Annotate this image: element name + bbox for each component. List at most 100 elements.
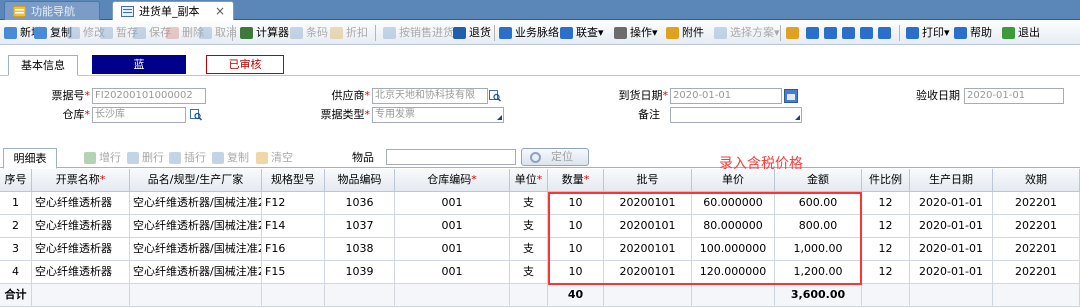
toolbar-button-帮助[interactable]: 帮助 bbox=[954, 24, 992, 42]
toolbar-button-附件[interactable]: 附件 bbox=[666, 24, 704, 42]
toolbar-button-window[interactable] bbox=[878, 24, 894, 42]
check-date-field[interactable]: 2020-01-01 bbox=[964, 88, 1064, 104]
item-label: 物品 bbox=[352, 151, 374, 164]
grid-cell: 3 bbox=[0, 238, 32, 261]
table-row[interactable]: 1 空心纤维透析器 空心纤维透析器/国械注准2... F12 1036 001 支 10 202… bbox=[0, 192, 1080, 215]
return-icon bbox=[453, 27, 466, 39]
column-header-label: 规格型号 bbox=[271, 173, 315, 186]
toolbar-button-按销售进货[interactable]: 按销售进货 bbox=[383, 24, 454, 42]
toolbar-button-last-record[interactable] bbox=[860, 24, 876, 42]
column-header[interactable]: 品名/规型/生产厂家 bbox=[130, 169, 262, 192]
column-header[interactable]: 仓库编码* bbox=[395, 169, 510, 192]
warehouse-lookup-icon[interactable] bbox=[190, 109, 202, 121]
toolbar-button-next-record[interactable] bbox=[842, 24, 858, 42]
bill-type-select[interactable]: 专用发票 bbox=[372, 107, 504, 123]
item-search-input[interactable] bbox=[386, 149, 516, 165]
grid-cell: 1,200.00 bbox=[775, 261, 862, 284]
detail-button-2[interactable]: 插行 bbox=[169, 150, 206, 166]
toolbar-button-业务脉络[interactable]: 业务脉络 bbox=[499, 24, 559, 42]
column-header[interactable]: 生产日期 bbox=[910, 169, 993, 192]
column-header-label: 单位 bbox=[514, 173, 537, 186]
toolbar-button-联查[interactable]: 联查▾ bbox=[560, 24, 604, 42]
grid-cell: 空心纤维透析器/国械注准2... bbox=[130, 215, 262, 238]
column-header[interactable]: 件比例 bbox=[862, 169, 910, 192]
tab-detail-table[interactable]: 明细表 bbox=[3, 148, 57, 169]
column-header-label: 件比例 bbox=[869, 173, 902, 186]
grid-cell: 12 bbox=[862, 192, 910, 215]
grid-cell: 600.00 bbox=[775, 192, 862, 215]
table-row[interactable]: 3 空心纤维透析器 空心纤维透析器/国械注准2... F16 1038 001 支 10 202… bbox=[0, 238, 1080, 261]
column-header[interactable]: 物品编码 bbox=[325, 169, 395, 192]
toolbar-button-first-record[interactable] bbox=[806, 24, 822, 42]
column-header[interactable]: 单价 bbox=[692, 169, 775, 192]
cell-text: 10 bbox=[568, 219, 583, 232]
grid-cell bbox=[862, 284, 910, 307]
column-header[interactable]: 规格型号 bbox=[262, 169, 325, 192]
toolbar-button-折扣[interactable]: 折扣 bbox=[330, 24, 368, 42]
toolbar-button-退出[interactable]: 退出 bbox=[1002, 24, 1040, 42]
grid-cell: 202201 bbox=[993, 215, 1080, 238]
warehouse-field[interactable]: 长沙库 bbox=[92, 107, 186, 123]
grid-cell: 10 bbox=[548, 192, 604, 215]
cell-text: 2020-01-01 bbox=[919, 265, 983, 278]
column-header[interactable]: 单位* bbox=[510, 169, 548, 192]
grid-cell: 2 bbox=[0, 215, 32, 238]
toolbar-button-filter[interactable] bbox=[786, 24, 802, 42]
remark-field[interactable] bbox=[670, 107, 802, 123]
supplier-lookup-icon[interactable] bbox=[489, 90, 501, 102]
detail-button-1[interactable]: 删行 bbox=[127, 150, 164, 166]
column-header[interactable]: 序号 bbox=[0, 169, 32, 192]
main-toolbar: 新增 复制 修改 暂存 保存 删除 取消 计算器 条码 折扣 按销售进货 退货 业务脉络 联查▾ 操作▾ 附件… bbox=[0, 21, 1080, 45]
cell-text: 空心纤维透析器/国械注准2... bbox=[133, 196, 262, 209]
column-header[interactable]: 开票名称* bbox=[32, 169, 130, 192]
sales-purchase-icon bbox=[383, 27, 396, 39]
table-row[interactable]: 2 空心纤维透析器 空心纤维透析器/国械注准2... F14 1037 001 支 10 202… bbox=[0, 215, 1080, 238]
column-header[interactable]: 效期 bbox=[993, 169, 1080, 192]
toolbar-button-label: 附件 bbox=[682, 26, 704, 39]
toolbar-button-打印[interactable]: 打印▾ bbox=[906, 24, 950, 42]
remark-label: 备注 bbox=[638, 108, 660, 121]
grid-cell: F12 bbox=[262, 192, 325, 215]
grid-cell: 20200101 bbox=[604, 238, 692, 261]
toolbar-button-label: 退货 bbox=[469, 26, 491, 39]
supplier-field[interactable]: 北京天地和协科技有限 bbox=[372, 88, 488, 104]
toolbar-separator bbox=[232, 25, 233, 41]
cell-text: 202201 bbox=[1015, 219, 1057, 232]
cell-text: 支 bbox=[523, 219, 534, 232]
calendar-icon[interactable] bbox=[784, 89, 798, 103]
grid-cell: 12 bbox=[862, 215, 910, 238]
tab-function-nav[interactable]: 功能导航 bbox=[4, 1, 100, 20]
grid-cell bbox=[262, 284, 325, 307]
toolbar-button-操作[interactable]: 操作▾ bbox=[614, 24, 658, 42]
check-date-label: 验收日期 bbox=[916, 89, 960, 102]
close-tab-icon[interactable]: × bbox=[215, 2, 225, 21]
grid-cell: 空心纤维透析器 bbox=[32, 261, 130, 284]
column-header-label: 数量 bbox=[561, 173, 584, 186]
tab-purchase-order-copy[interactable]: 进货单_副本 × bbox=[112, 1, 234, 20]
required-marker: * bbox=[99, 173, 106, 186]
document-tab-strip: 功能导航 进货单_副本 × bbox=[0, 0, 1080, 20]
toolbar-button-选择方案[interactable]: 选择方案▾ bbox=[714, 24, 780, 42]
detail-button-3[interactable]: 复制 bbox=[212, 150, 249, 166]
table-row[interactable]: 4 空心纤维透析器 空心纤维透析器/国械注准2... F15 1039 001 支 10 202… bbox=[0, 261, 1080, 284]
detail-button-4[interactable]: 清空 bbox=[256, 150, 293, 166]
grid-cell: F16 bbox=[262, 238, 325, 261]
grid-cell: 支 bbox=[510, 215, 548, 238]
grid-cell: 10 bbox=[548, 261, 604, 284]
last-record-icon bbox=[860, 27, 873, 39]
toolbar-button-prev-record[interactable] bbox=[824, 24, 840, 42]
arrival-date-field[interactable]: 2020-01-01 bbox=[670, 88, 782, 104]
detail-button-0[interactable]: 增行 bbox=[84, 150, 121, 166]
toolbar-button-计算器[interactable]: 计算器 bbox=[240, 24, 289, 42]
toolbar-button-退货[interactable]: 退货 bbox=[453, 24, 491, 42]
column-header[interactable]: 金额 bbox=[775, 169, 862, 192]
grid-total-row[interactable]: 合计 40 3,600.00 bbox=[0, 284, 1080, 307]
column-header[interactable]: 批号 bbox=[604, 169, 692, 192]
tab-basic-info[interactable]: 基本信息 bbox=[8, 55, 78, 76]
grid-cell: 空心纤维透析器 bbox=[32, 215, 130, 238]
toolbar-button-条码[interactable]: 条码 bbox=[290, 24, 328, 42]
column-header[interactable]: 数量* bbox=[548, 169, 604, 192]
locate-button[interactable]: 定位 bbox=[521, 148, 589, 166]
bill-no-field[interactable]: FI20200101000002 bbox=[92, 88, 206, 104]
toolbar-button-label: 取消 bbox=[215, 26, 237, 39]
